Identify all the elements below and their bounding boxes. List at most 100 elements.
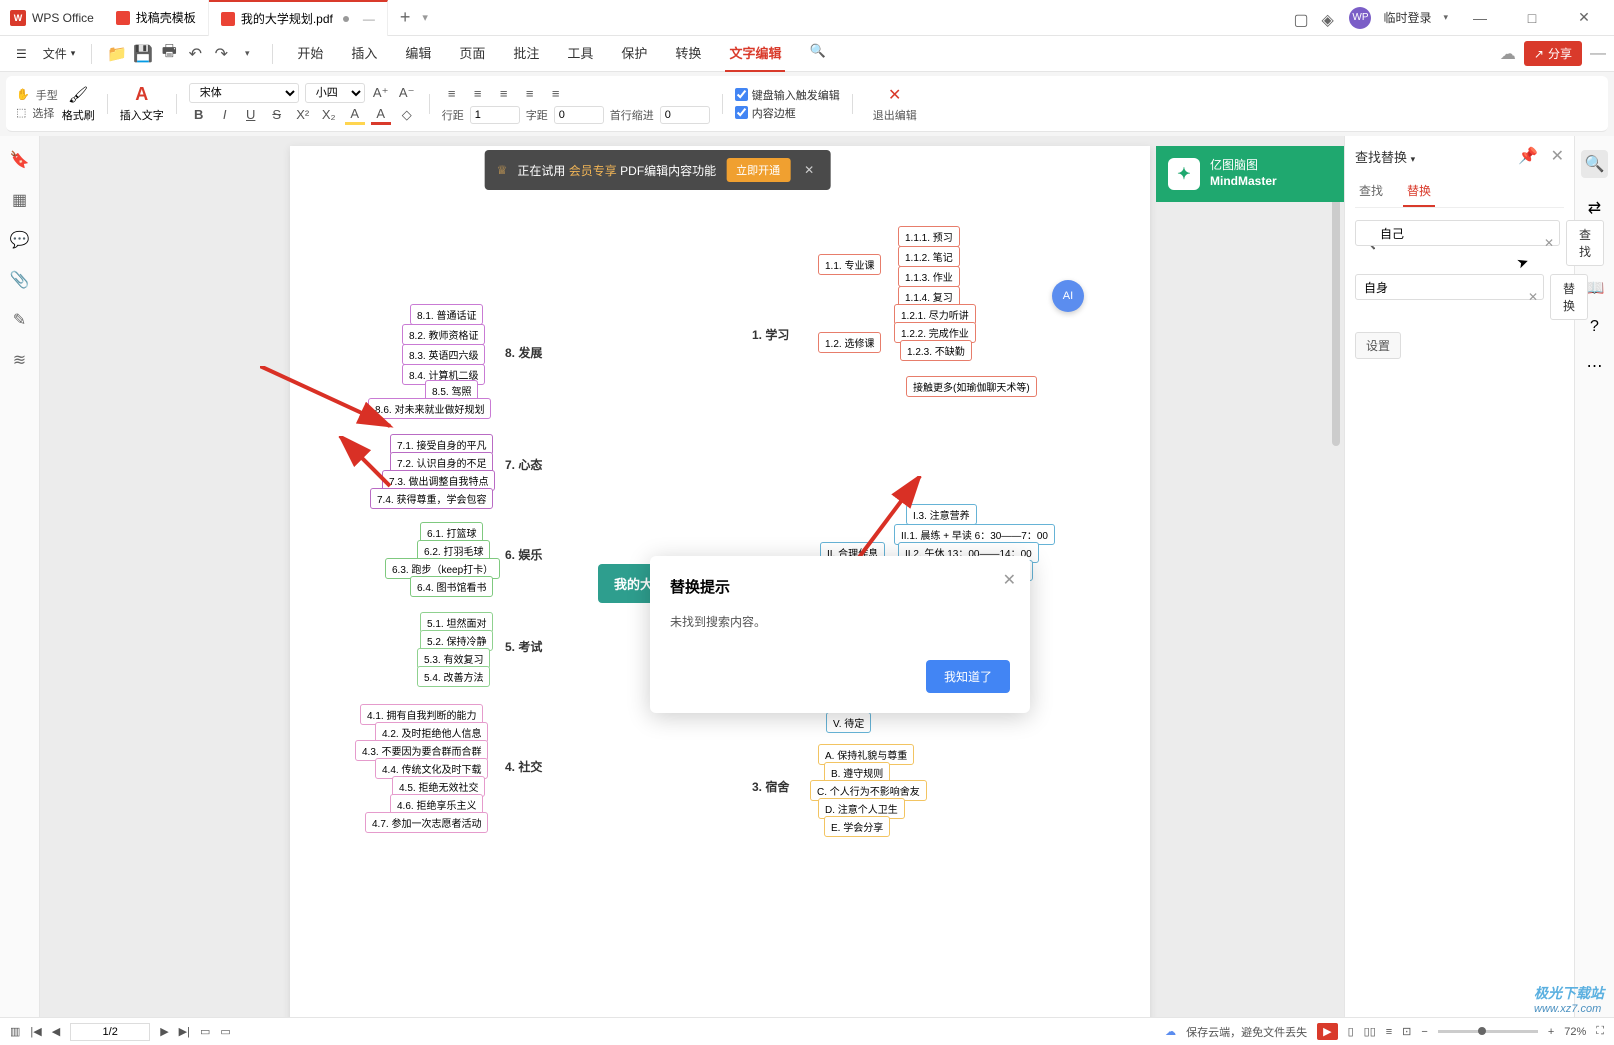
close-panel-icon[interactable]: ✕ — [1551, 148, 1564, 165]
prev-page-icon[interactable]: ◀ — [52, 1025, 60, 1038]
underline-icon[interactable]: U — [241, 105, 261, 125]
strike-icon[interactable]: S — [267, 105, 287, 125]
view-mode-2-icon[interactable]: ▭ — [220, 1025, 230, 1038]
tab-find[interactable]: 查找 — [1355, 176, 1387, 207]
font-select[interactable]: 宋体 — [189, 83, 299, 103]
align-justify-icon[interactable]: ≡ — [520, 84, 540, 104]
fit-icon[interactable]: ⊡ — [1402, 1025, 1411, 1038]
settings-link[interactable]: 设置 — [1355, 332, 1401, 359]
thumbnail-icon[interactable]: ▦ — [10, 190, 30, 210]
bookmark-icon[interactable]: 🔖 — [10, 150, 30, 170]
tab-start[interactable]: 开始 — [293, 35, 327, 72]
tab-edit[interactable]: 编辑 — [401, 35, 435, 72]
collapse-ribbon-icon[interactable]: — — [1590, 45, 1606, 63]
single-page-icon[interactable]: ▯ — [1348, 1025, 1354, 1038]
first-page-icon[interactable]: |◀ — [30, 1025, 41, 1038]
tab-template[interactable]: 找稿壳模板 — [104, 0, 209, 36]
view-mode-1-icon[interactable]: ▭ — [200, 1025, 210, 1038]
lineheight-input[interactable] — [470, 106, 520, 124]
redo-icon[interactable]: ↷ — [212, 45, 230, 63]
tab-textedit[interactable]: 文字编辑 — [725, 35, 785, 72]
avatar[interactable]: WP — [1349, 7, 1371, 29]
canvas[interactable]: 我的大学规划 8. 发展 8.1. 普通话证 8.2. 教师资格证 8.3. 英… — [40, 136, 1344, 1017]
brush-icon[interactable]: 🖌 — [68, 85, 88, 105]
continuous-icon[interactable]: ≡ — [1386, 1026, 1392, 1038]
hand-tool-icon[interactable]: ✋ — [16, 88, 30, 101]
clear-find-icon[interactable]: ✕ — [1544, 236, 1554, 250]
clearformat-icon[interactable]: ◇ — [397, 105, 417, 125]
zoom-value[interactable]: 72% — [1564, 1026, 1586, 1038]
save-icon[interactable]: 💾 — [134, 45, 152, 63]
zoom-in-icon[interactable]: + — [1548, 1026, 1554, 1038]
align-distribute-icon[interactable]: ≡ — [546, 84, 566, 104]
dialog-ok-button[interactable]: 我知道了 — [926, 660, 1010, 693]
fullscreen-icon[interactable]: ⛶ — [1596, 1025, 1604, 1038]
italic-icon[interactable]: I — [215, 105, 235, 125]
file-menu[interactable]: 文件 ▾ — [35, 45, 84, 62]
find-input[interactable] — [1355, 220, 1560, 246]
exit-edit-button[interactable]: ✕ 退出编辑 — [865, 85, 925, 123]
close-button[interactable]: ✕ — [1564, 3, 1604, 33]
fontcolor-icon[interactable]: A — [371, 105, 391, 125]
minimize-button[interactable]: — — [1460, 3, 1500, 33]
superscript-icon[interactable]: X² — [293, 105, 313, 125]
next-page-icon[interactable]: ▶ — [160, 1025, 168, 1038]
zoom-out-icon[interactable]: − — [1421, 1026, 1427, 1038]
close-tab-icon[interactable]: — — [363, 12, 375, 26]
tab-page[interactable]: 页面 — [455, 35, 489, 72]
dialog-close-icon[interactable]: ✕ — [1003, 570, 1016, 590]
align-center-icon[interactable]: ≡ — [468, 84, 488, 104]
cloud-save-label[interactable]: 保存云端，避免文件丢失 — [1186, 1024, 1307, 1040]
comment-icon[interactable]: 💬 — [10, 230, 30, 250]
shrink-font-icon[interactable]: A⁻ — [397, 83, 417, 103]
page-input[interactable] — [70, 1023, 150, 1041]
tab-menu-icon[interactable]: ▾ — [422, 11, 428, 24]
two-page-icon[interactable]: ▯▯ — [1364, 1025, 1376, 1038]
subscript-icon[interactable]: X₂ — [319, 105, 339, 125]
open-vip-button[interactable]: 立即开通 — [726, 158, 790, 182]
align-left-icon[interactable]: ≡ — [442, 84, 462, 104]
find-button[interactable]: 查找 — [1566, 220, 1604, 266]
clear-replace-icon[interactable]: ✕ — [1528, 290, 1538, 304]
cloud-save-icon[interactable]: ☁ — [1165, 1025, 1176, 1038]
kb-edit-checkbox[interactable]: 键盘输入触发编辑 — [735, 87, 840, 103]
play-icon[interactable]: ▶ — [1317, 1023, 1337, 1040]
menu-toggle-icon[interactable]: ☰ — [8, 47, 35, 61]
align-right-icon[interactable]: ≡ — [494, 84, 514, 104]
close-banner-icon[interactable]: ✕ — [800, 163, 818, 177]
login-status[interactable]: 临时登录 — [1383, 9, 1431, 26]
select-tool-icon[interactable]: ⬚ — [16, 106, 26, 119]
highlight-icon[interactable]: A — [345, 105, 365, 125]
tab-insert[interactable]: 插入 — [347, 35, 381, 72]
insert-text-icon[interactable]: A — [135, 84, 148, 105]
last-page-icon[interactable]: ▶| — [179, 1025, 190, 1038]
charspacing-input[interactable] — [554, 106, 604, 124]
tab-tools[interactable]: 工具 — [563, 35, 597, 72]
share-button[interactable]: ↗ 分享 — [1524, 41, 1582, 66]
fontsize-select[interactable]: 小四 — [305, 83, 365, 103]
tab-replace[interactable]: 替换 — [1403, 176, 1435, 207]
signature-icon[interactable]: ✎ — [10, 310, 30, 330]
panel-icon[interactable]: ▢ — [1293, 10, 1309, 26]
maximize-button[interactable]: □ — [1512, 3, 1552, 33]
search-ribbon-icon[interactable]: 🔍 — [805, 35, 829, 72]
grow-font-icon[interactable]: A⁺ — [371, 83, 391, 103]
transfer-icon[interactable]: ⇄ — [1588, 198, 1601, 218]
replace-button[interactable]: 替换 — [1550, 274, 1588, 320]
replace-input[interactable] — [1355, 274, 1544, 300]
help-icon[interactable]: ? — [1590, 318, 1599, 336]
pin-icon[interactable]: 📌 — [1518, 148, 1538, 165]
content-border-checkbox[interactable]: 内容边框 — [735, 105, 840, 121]
search-side-icon[interactable]: 🔍 — [1581, 150, 1609, 178]
tab-document-active[interactable]: 我的大学规划.pdf — — [209, 0, 388, 36]
tab-convert[interactable]: 转换 — [671, 35, 705, 72]
login-dropdown-icon[interactable]: ▾ — [1443, 12, 1448, 23]
tab-annotate[interactable]: 批注 — [509, 35, 543, 72]
bold-icon[interactable]: B — [189, 105, 209, 125]
layers-icon[interactable]: ≋ — [10, 350, 30, 370]
cloud-icon[interactable]: ☁ — [1500, 44, 1516, 64]
new-tab-button[interactable]: + — [388, 7, 423, 28]
print-icon[interactable]: 🖶 — [160, 45, 178, 63]
more-icon[interactable]: ⋯ — [1587, 356, 1603, 376]
tab-protect[interactable]: 保护 — [617, 35, 651, 72]
